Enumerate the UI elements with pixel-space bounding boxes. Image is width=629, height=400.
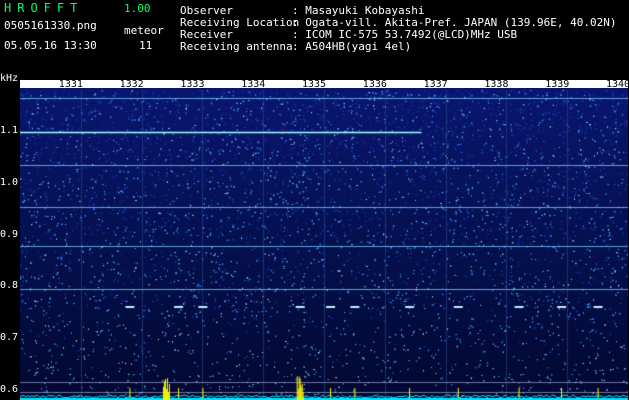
frequency-tick-label: 0.7 xyxy=(0,332,19,343)
file-name: 0505161330.png xyxy=(4,19,97,32)
frequency-tick-label: 0.8 xyxy=(0,280,19,292)
frequency-axis: 1.1 1.0 0.9 0.8 0.7 0.6 xyxy=(0,76,20,400)
app-version: 1.00 xyxy=(124,2,151,15)
frequency-tick-label: 0.6 xyxy=(0,383,19,395)
time-tick-label: 1333 xyxy=(180,79,205,90)
time-tick-label: 1332 xyxy=(119,79,144,90)
frequency-tick-label: 1.1 xyxy=(0,125,19,137)
spectrogram-panel xyxy=(20,80,628,400)
frequency-tick-label: 1.0 xyxy=(0,177,19,188)
time-tick-label: 1340 xyxy=(606,79,629,90)
meta-value-antenna: : A504HB(yagi 4el) xyxy=(292,40,412,53)
time-tick-label: 1337 xyxy=(423,79,448,90)
time-tick-label: 1331 xyxy=(58,79,83,90)
time-tick-label: 1339 xyxy=(545,79,570,90)
time-axis: 1331 1332 1333 1334 1335 1336 1337 1338 1339 1340 xyxy=(20,79,629,91)
spectrogram-canvas xyxy=(20,80,628,400)
time-tick-label: 1338 xyxy=(484,79,509,90)
app-brand: HROFFT xyxy=(4,1,84,15)
meteor-label: meteor xyxy=(124,24,164,37)
meta-key-antenna: Receiving antenna xyxy=(180,40,293,53)
frequency-tick-label: 0.9 xyxy=(0,228,19,240)
time-tick-label: 1335 xyxy=(302,79,327,90)
time-tick-label: 1336 xyxy=(362,79,387,90)
meteor-count: 11 xyxy=(139,39,153,52)
capture-datetime: 05.05.16 13:30 xyxy=(4,39,97,52)
time-tick-label: 1334 xyxy=(241,79,266,90)
